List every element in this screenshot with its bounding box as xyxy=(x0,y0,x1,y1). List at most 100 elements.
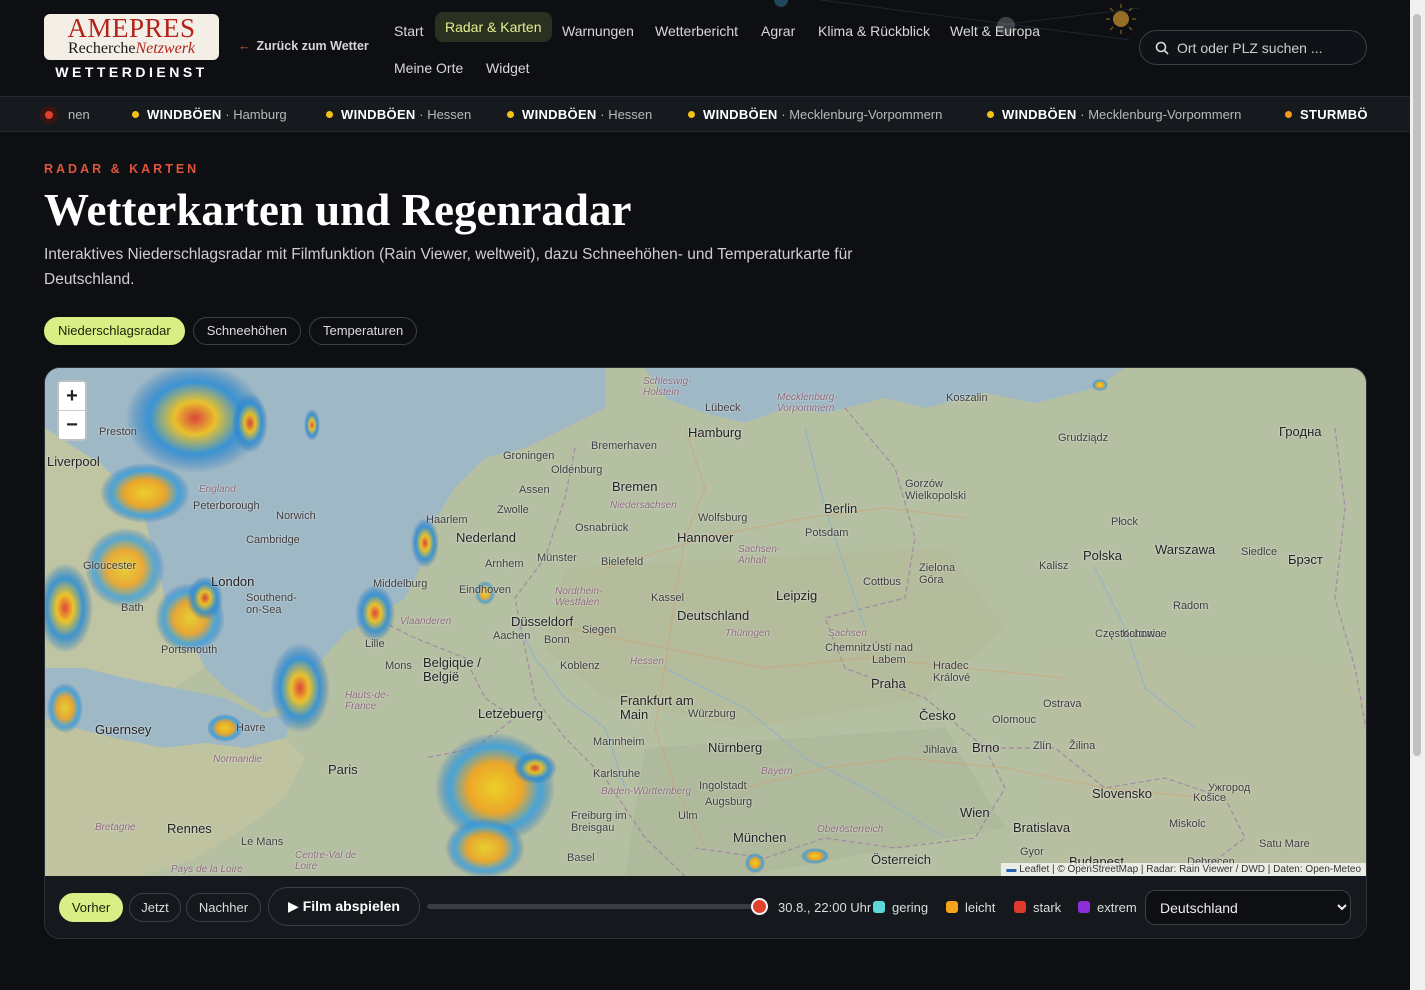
tab-schneehoehen[interactable]: Schneehöhen xyxy=(192,317,301,345)
nav-agrar[interactable]: Agrar xyxy=(750,16,806,46)
map-label: London xyxy=(211,574,255,589)
ticker-item[interactable]: STURMBÖ xyxy=(1285,107,1368,122)
page-lead: Interaktives Niederschlagsradar mit Film… xyxy=(44,246,853,288)
map-label: Peterborough xyxy=(193,500,260,512)
radar-map[interactable]: Hamburg Berlin Leipzig Deutschland Hanno… xyxy=(45,368,1366,876)
map-label: München xyxy=(733,830,787,845)
ticker-item[interactable]: WINDBÖEN · Hamburg xyxy=(132,107,287,122)
map-label: Gloucester xyxy=(83,560,137,572)
ticker-item[interactable]: WINDBÖEN · Mecklenburg-Vorpommern xyxy=(987,107,1241,122)
map-label: Ужгород xyxy=(1208,782,1251,794)
map-label: Warszawa xyxy=(1155,542,1216,557)
page-scrollbar-thumb[interactable] xyxy=(1413,14,1421,756)
map-label: Potsdam xyxy=(805,527,849,539)
map-label: Kassel xyxy=(651,592,685,604)
map-label: Bielefeld xyxy=(601,556,644,568)
next-frame-button[interactable]: Nachher xyxy=(186,893,261,922)
back-to-weather-link[interactable]: ← Zurück zum Wetter xyxy=(238,39,369,53)
map-label: Zlín xyxy=(1033,740,1052,752)
map-label: Miskolc xyxy=(1169,818,1206,830)
timeline-timestamp: 30.8., 22:00 Uhr xyxy=(778,900,872,915)
map-label: Cottbus xyxy=(863,576,901,588)
brand-logo[interactable]: AMEPRES RechercheNetzwerk xyxy=(44,14,219,60)
map-label: Augsburg xyxy=(705,796,753,808)
map-region-label: Vlaanderen xyxy=(400,616,452,627)
nav-klima-rueckblick[interactable]: Klima & Rückblick xyxy=(807,16,941,46)
map-label: Assen xyxy=(519,484,550,496)
legend-item: gering xyxy=(873,900,928,915)
map-label: Slovensko xyxy=(1092,786,1152,801)
warning-dot-icon xyxy=(507,111,514,118)
radar-map-card: Hamburg Berlin Leipzig Deutschland Hanno… xyxy=(44,367,1367,939)
map-label: Koszalin xyxy=(946,392,988,404)
brand-subtitle: RechercheNetzwerk xyxy=(67,40,196,57)
page-title: Wetterkarten und Regenradar xyxy=(44,185,632,235)
map-tabs: Niederschlagsradar Schneehöhen Temperatu… xyxy=(44,317,418,345)
nav-meine-orte[interactable]: Meine Orte xyxy=(383,53,474,83)
map-label: Guernsey xyxy=(95,722,152,737)
legend-swatch xyxy=(1014,901,1026,913)
nav-widget[interactable]: Widget xyxy=(475,53,541,83)
ticker-item[interactable]: WINDBÖEN · Mecklenburg-Vorpommern xyxy=(688,107,942,122)
search-input[interactable] xyxy=(1177,39,1357,56)
tab-niederschlagsradar[interactable]: Niederschlagsradar xyxy=(44,317,185,345)
map-label: Olomouc xyxy=(992,714,1037,726)
section-eyebrow: RADAR & KARTEN xyxy=(44,162,200,176)
ticker-item[interactable]: nen xyxy=(68,107,90,122)
map-label: Częstochowa xyxy=(1095,628,1162,640)
map-label: Freiburg im Breisgau xyxy=(571,810,627,834)
map-label: Havre xyxy=(236,722,266,734)
map-label: Брэст xyxy=(1288,552,1323,567)
nav-welt-europa[interactable]: Welt & Europa xyxy=(939,16,1051,46)
map-label: Mannheim xyxy=(593,736,645,748)
zoom-control: + − xyxy=(57,380,87,441)
ticker-item[interactable]: WINDBÖEN · Hessen xyxy=(507,107,652,122)
map-region-label: Niedersachsen xyxy=(610,500,677,511)
map-label: Rennes xyxy=(167,821,212,836)
map-region-label: Pays de la Loire xyxy=(171,864,243,875)
map-label: Ulm xyxy=(678,810,698,822)
prev-frame-button[interactable]: Vorher xyxy=(59,893,123,922)
location-search[interactable] xyxy=(1139,30,1367,65)
map-label: Zwolle xyxy=(497,504,529,516)
map-label: Ingolstadt xyxy=(699,780,747,792)
map-label: Paris xyxy=(328,762,358,777)
map-label: Münster xyxy=(537,552,577,564)
map-region-label: Hessen xyxy=(630,656,664,667)
map-label: Portsmouth xyxy=(161,644,218,656)
flag-icon: ▬ xyxy=(1006,864,1017,875)
legend-swatch xyxy=(946,901,958,913)
map-label: Bonn xyxy=(544,634,570,646)
map-label: Southend-on-Sea xyxy=(246,592,297,616)
back-link-label: Zurück zum Wetter xyxy=(256,39,369,53)
map-label: Wolfsburg xyxy=(698,512,748,524)
now-frame-button[interactable]: Jetzt xyxy=(129,893,181,922)
map-label: Osnabrück xyxy=(575,522,629,534)
map-label: Lille xyxy=(365,638,385,650)
map-label: Grudziądz xyxy=(1058,432,1109,444)
warning-ticker: nen WINDBÖEN · Hamburg WINDBÖEN · Hessen… xyxy=(0,96,1410,132)
nav-warnungen[interactable]: Warnungen xyxy=(551,16,645,46)
nav-wetterbericht[interactable]: Wetterbericht xyxy=(644,16,749,46)
timeline-slider[interactable] xyxy=(427,904,762,909)
play-film-button[interactable]: ▶ Film abspielen xyxy=(268,887,420,926)
legend-item: leicht xyxy=(946,900,995,915)
map-label: Karlsruhe xyxy=(593,768,641,780)
tab-temperaturen[interactable]: Temperaturen xyxy=(308,317,418,345)
nav-radar-karten[interactable]: Radar & Karten xyxy=(435,12,552,42)
map-label: Middelburg xyxy=(373,578,428,590)
zoom-in-button[interactable]: + xyxy=(59,382,85,411)
map-label: Aachen xyxy=(493,630,531,642)
zoom-out-button[interactable]: − xyxy=(59,411,85,440)
map-label: Žilina xyxy=(1069,740,1096,752)
region-select[interactable]: Deutschland xyxy=(1145,890,1351,925)
brand-name: AMEPRES xyxy=(67,14,196,43)
map-label: Lübeck xyxy=(705,402,741,414)
nav-start[interactable]: Start xyxy=(383,16,435,46)
warning-dot-icon xyxy=(326,111,333,118)
map-label: Wien xyxy=(960,805,990,820)
timeline-slider-thumb[interactable] xyxy=(751,898,768,915)
ticker-item[interactable]: WINDBÖEN · Hessen xyxy=(326,107,471,122)
brand-tagline: WETTERDIENST xyxy=(55,64,208,80)
map-label: Cambridge xyxy=(246,534,300,546)
